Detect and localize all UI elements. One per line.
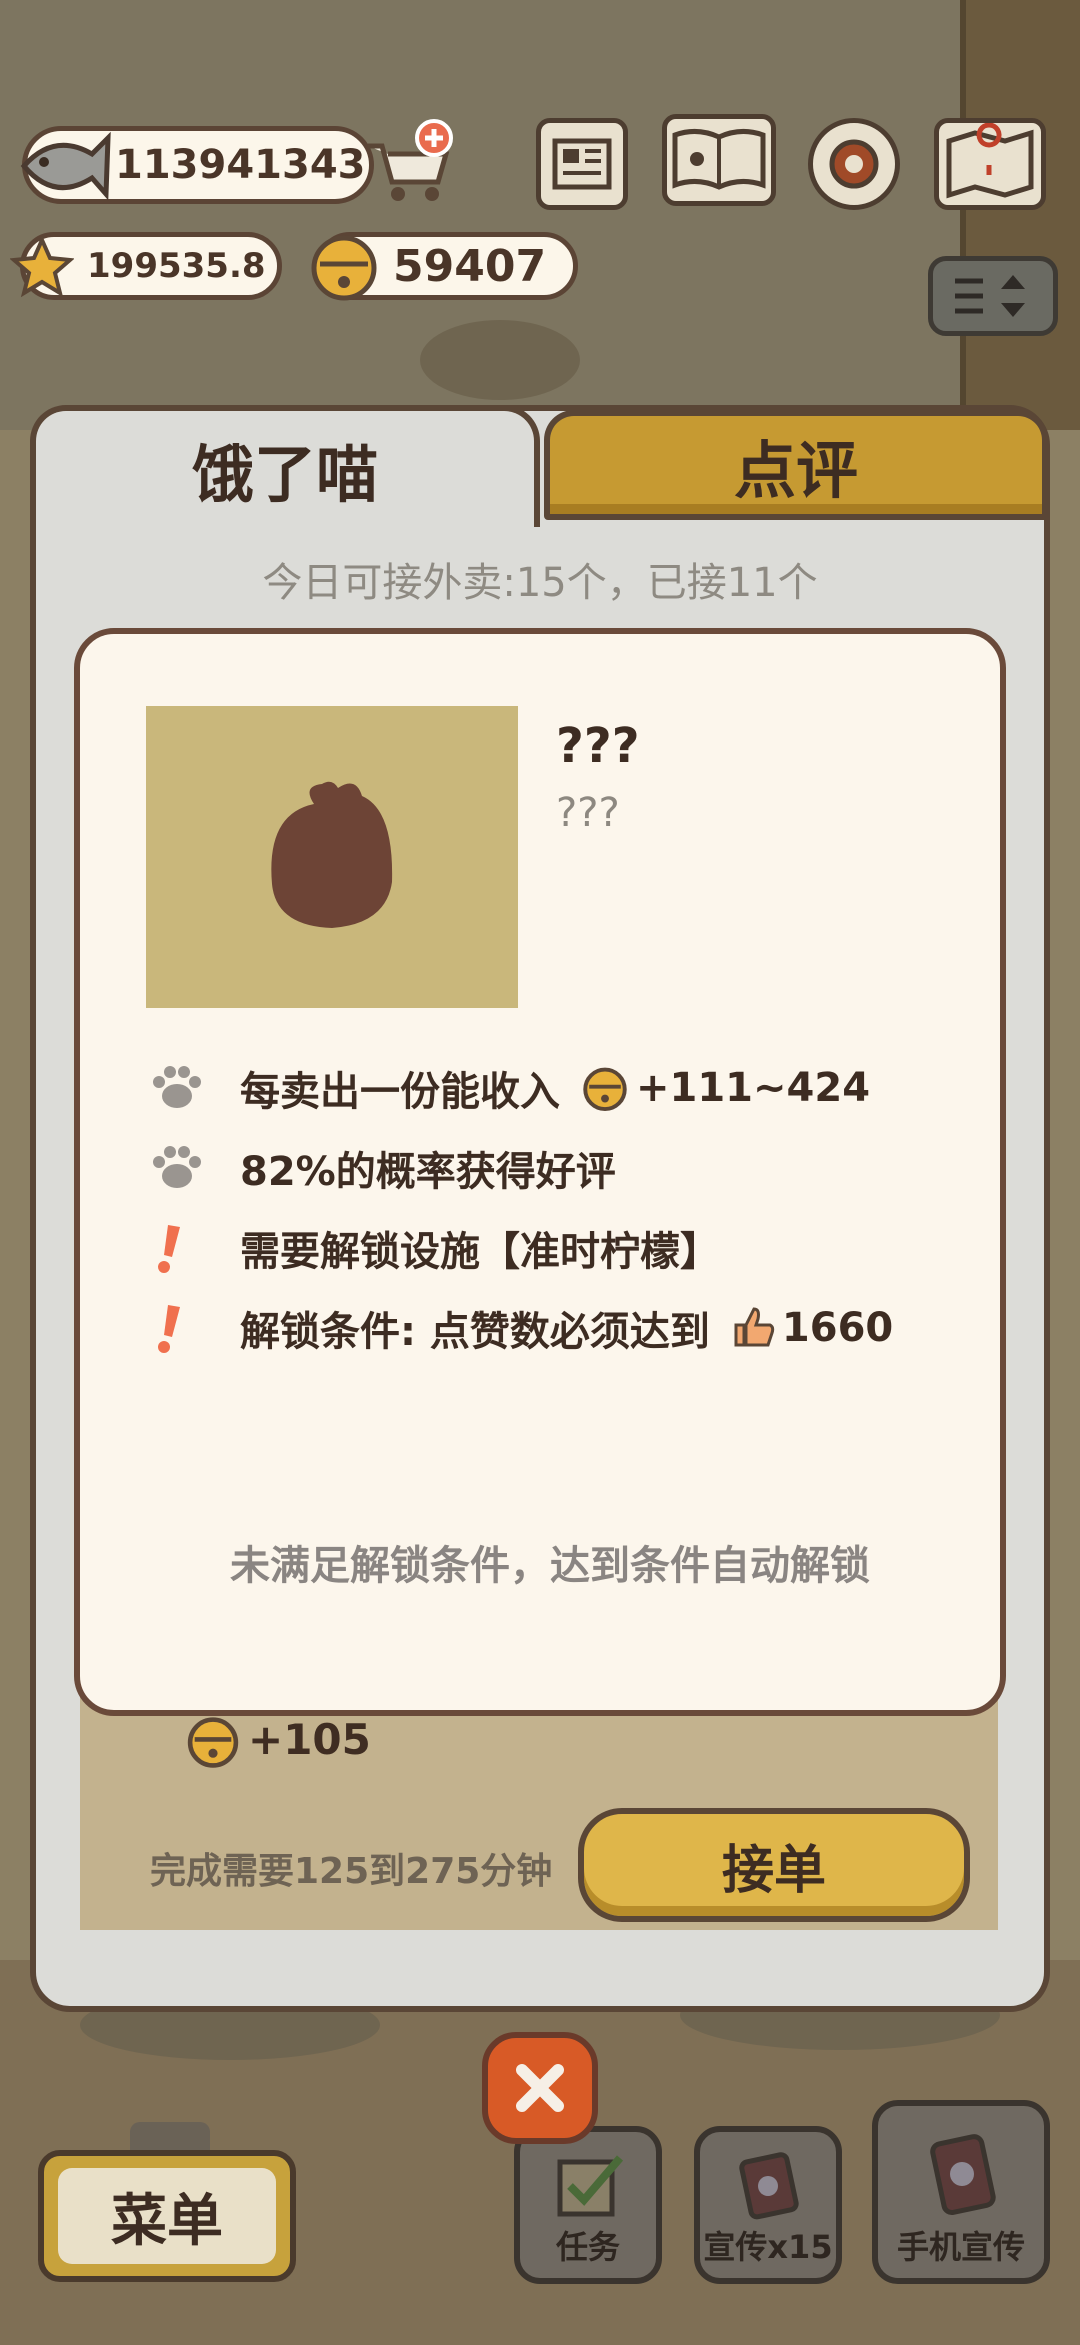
bell-icon xyxy=(187,1717,239,1768)
paw-icon xyxy=(153,1146,201,1188)
facility-row: 需要解锁设施【准时柠檬】 xyxy=(150,1218,720,1278)
fish-count: 113941343 xyxy=(115,142,366,188)
order-reward: +105 xyxy=(248,1715,371,1764)
accept-order-button[interactable]: 接单 xyxy=(578,1808,970,1922)
toggle-view-button[interactable] xyxy=(928,256,1058,336)
map-button[interactable] xyxy=(934,118,1046,210)
phone-promo-button[interactable]: 手机宣传 xyxy=(872,2100,1050,2284)
unlock-hint: 未满足解锁条件，达到条件自动解锁 xyxy=(230,1543,870,1589)
star-icon xyxy=(10,236,74,298)
phone-icon xyxy=(930,2134,996,2216)
gear-icon xyxy=(829,139,879,189)
phone-promo-label: 手机宣传 xyxy=(896,2228,1025,2266)
map-icon xyxy=(946,122,1034,199)
settings-button[interactable] xyxy=(808,118,900,210)
bell-icon xyxy=(311,235,377,301)
order-duration: 完成需要125到275分钟 xyxy=(150,1851,553,1892)
delivery-quota: 今日可接外卖:15个，已接11个 xyxy=(262,560,818,606)
unlock-row: 解锁条件: 点赞数必须达到 1660 xyxy=(150,1298,893,1358)
thumbs-up-icon xyxy=(734,1307,775,1347)
paw-icon xyxy=(153,1066,201,1108)
menu-button[interactable]: 菜单 xyxy=(38,2150,296,2282)
dish-description: ??? xyxy=(556,790,620,836)
promo-button[interactable]: 宣传x15 xyxy=(694,2126,842,2284)
bell-count: 59407 xyxy=(393,240,547,292)
tasks-label: 任务 xyxy=(555,2228,620,2266)
background-cat xyxy=(420,320,580,400)
rating-text: 82%的概率获得好评 xyxy=(240,1149,616,1195)
exclamation-icon xyxy=(158,1305,180,1353)
tasks-button[interactable]: 任务 xyxy=(514,2126,662,2284)
newspaper-icon xyxy=(552,138,612,190)
close-button[interactable] xyxy=(482,2032,598,2144)
income-value: +111~424 xyxy=(636,1065,871,1111)
shop-cart-button[interactable] xyxy=(360,118,456,208)
mystery-bag-icon xyxy=(271,781,393,928)
fish-icon xyxy=(20,131,111,201)
rating-row: 82%的概率获得好评 xyxy=(150,1138,616,1198)
newspaper-button[interactable] xyxy=(536,118,628,210)
facility-text: 需要解锁设施【准时柠檬】 xyxy=(240,1229,720,1275)
checklist-icon xyxy=(557,2155,624,2217)
dish-image xyxy=(146,706,518,1008)
unlock-text: 解锁条件: 点赞数必须达到 xyxy=(240,1309,710,1355)
exclamation-icon xyxy=(158,1225,180,1273)
close-icon xyxy=(516,2064,564,2112)
background-tree xyxy=(960,0,1080,430)
dish-name: ??? xyxy=(556,718,640,774)
menu-label: 菜单 xyxy=(58,2168,276,2264)
income-row: 每卖出一份能收入 +111~424 xyxy=(150,1058,870,1118)
promo-label: 宣传x15 xyxy=(703,2228,833,2266)
income-text: 每卖出一份能收入 xyxy=(240,1069,560,1115)
unlock-value: 1660 xyxy=(781,1305,894,1351)
swap-icon xyxy=(955,275,1025,317)
book-icon xyxy=(672,129,766,190)
tab-eleme[interactable]: 饿了喵 xyxy=(30,405,540,527)
star-count: 199535.8 xyxy=(87,246,266,286)
flyer-icon xyxy=(739,2152,799,2220)
bell-icon xyxy=(583,1067,627,1112)
cat-book-button[interactable] xyxy=(662,114,776,206)
tab-reviews[interactable]: 点评 xyxy=(544,410,1048,520)
dish-detail-card: ??? ??? 每卖出一份能收入 +111~424 82%的概率获得好评 需要解… xyxy=(74,628,1006,1716)
